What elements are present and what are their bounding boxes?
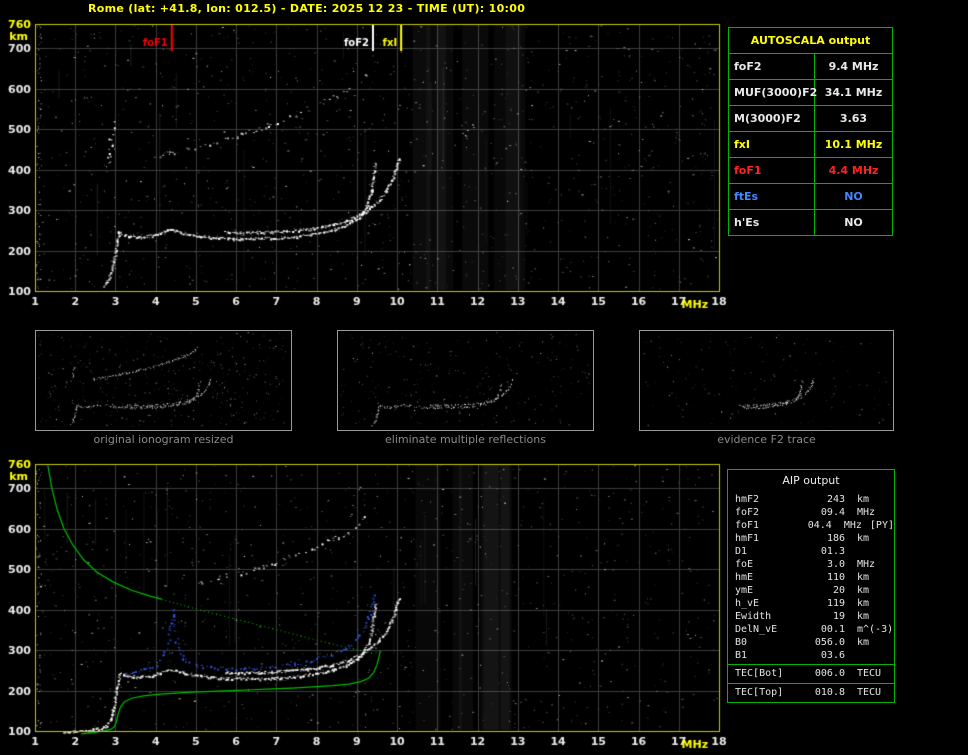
param-unit: km [857, 611, 870, 622]
param-unit: TECU [857, 668, 882, 679]
thumbnail-multiple-reflections-canvas [338, 331, 591, 428]
param-label: foF1 [735, 520, 760, 531]
param-unit: km [857, 533, 870, 544]
aip-panel-title: AIP output [782, 474, 840, 487]
thumbnail-caption: original ionogram resized [93, 433, 234, 446]
table-row: ymE 20 km [728, 584, 894, 597]
param-label: B0 [735, 637, 748, 648]
thumbnail-caption: evidence F2 trace [717, 433, 816, 446]
thumbnail-multiple-reflections-removed [337, 330, 594, 431]
param-value: 3.63 [839, 112, 868, 125]
table-row: foE 3.0 MHz [728, 558, 894, 571]
autoscala-output-panel: AUTOSCALA output foF2 9.4 MHz MUF(3000)F… [728, 27, 893, 236]
param-value: 9.4 MHz [828, 60, 879, 73]
param-unit: MHz [843, 520, 862, 531]
thumbnail-original-ionogram [35, 330, 292, 431]
thumbnail-f2-trace [639, 330, 894, 431]
table-row: h'Es NO [729, 210, 892, 235]
param-value: NO [844, 216, 863, 229]
param-value: 056.0 [814, 637, 845, 648]
param-label: ymE [735, 585, 754, 596]
table-row: hmF1 186 km [728, 532, 894, 545]
param-value: 00.1 [820, 624, 845, 635]
table-row: B0 056.0 km [728, 636, 894, 649]
table-row: ftEs NO [729, 184, 892, 210]
param-label: M(3000)F2 [729, 106, 815, 131]
param-label: TEC[Top] [735, 687, 784, 698]
param-unit: MHz [857, 507, 876, 518]
param-label: MUF(3000)F2 [729, 80, 817, 105]
param-flag: [PY] [869, 520, 894, 531]
param-value: 34.1 MHz [824, 86, 883, 99]
table-row: MUF(3000)F2 34.1 MHz [729, 80, 892, 106]
thumbnail-original-ionogram-canvas [36, 331, 289, 428]
param-label: hmE [735, 572, 754, 583]
param-value: 04.4 [807, 520, 832, 531]
param-label: foF2 [735, 507, 760, 518]
param-label: foF2 [729, 54, 815, 79]
table-row: hmE 110 km [728, 571, 894, 584]
param-unit: TECU [857, 687, 882, 698]
param-value: 110 [826, 572, 845, 583]
param-label: h'Es [729, 210, 815, 235]
table-row: DelN_vE 00.1 m^(-3) [728, 623, 894, 636]
param-unit: km [857, 637, 870, 648]
param-value: NO [844, 190, 863, 203]
param-label: hmF2 [735, 494, 760, 505]
table-row: h_vE 119 km [728, 597, 894, 610]
param-label: ftEs [729, 184, 815, 209]
param-label: DelN_vE [735, 624, 778, 635]
param-value: 006.0 [814, 668, 845, 679]
table-row: B1 03.6 [728, 649, 894, 662]
param-unit: km [857, 598, 870, 609]
table-row: foF2 9.4 MHz [729, 54, 892, 80]
param-label: foF1 [729, 158, 815, 183]
autoscala-screen: Rome (lat: +41.8, lon: 012.5) - DATE: 20… [0, 0, 968, 755]
param-unit: km [857, 585, 870, 596]
param-label: D1 [735, 546, 748, 557]
param-value: 19 [832, 611, 845, 622]
param-value: 4.4 MHz [828, 164, 879, 177]
param-label: foE [735, 559, 754, 570]
table-row: foF2 09.4 MHz [728, 506, 894, 519]
thumbnail-f2-trace-canvas [640, 331, 891, 428]
param-value: 010.8 [814, 687, 845, 698]
table-row: Ewidth 19 km [728, 610, 894, 623]
param-value: 243 [826, 494, 845, 505]
param-value: 03.6 [820, 650, 845, 661]
param-label: hmF1 [735, 533, 760, 544]
param-value: 186 [826, 533, 845, 544]
param-unit [845, 545, 857, 558]
param-value: 3.0 [826, 559, 845, 570]
thumbnail-caption: eliminate multiple reflections [385, 433, 546, 446]
param-value: 20 [832, 585, 845, 596]
station-title: Rome (lat: +41.8, lon: 012.5) - DATE: 20… [88, 2, 526, 15]
param-label: h_vE [735, 598, 760, 609]
param-value: 09.4 [820, 507, 845, 518]
aip-output-panel: AIP output hmF2 243 km foF2 09.4 MHz foF… [727, 469, 895, 703]
param-unit: km [857, 572, 870, 583]
param-unit: km [857, 494, 870, 505]
tec-bottom-row: TEC[Bot] 006.0 TECU [728, 664, 894, 681]
table-row: M(3000)F2 3.63 [729, 106, 892, 132]
param-value: 10.1 MHz [824, 138, 883, 151]
table-row: foF1 4.4 MHz [729, 158, 892, 184]
bottom-ionogram-canvas [0, 458, 728, 755]
param-unit: m^(-3) [857, 624, 894, 635]
param-value: 119 [826, 598, 845, 609]
param-label: B1 [735, 650, 748, 661]
table-row: D1 01.3 [728, 545, 894, 558]
param-label: Ewidth [735, 611, 772, 622]
param-label: TEC[Bot] [735, 668, 784, 679]
table-row: fxI 10.1 MHz [729, 132, 892, 158]
param-value: 01.3 [820, 546, 845, 557]
top-ionogram-canvas [0, 18, 728, 330]
table-row: hmF2 243 km [728, 493, 894, 506]
tec-top-row: TEC[Top] 010.8 TECU [728, 683, 894, 700]
param-unit [845, 649, 857, 662]
autoscala-panel-title: AUTOSCALA output [729, 28, 892, 54]
table-row: foF1 04.4 MHz [PY] [728, 519, 894, 532]
param-unit: MHz [857, 559, 876, 570]
param-label: fxI [729, 132, 815, 157]
